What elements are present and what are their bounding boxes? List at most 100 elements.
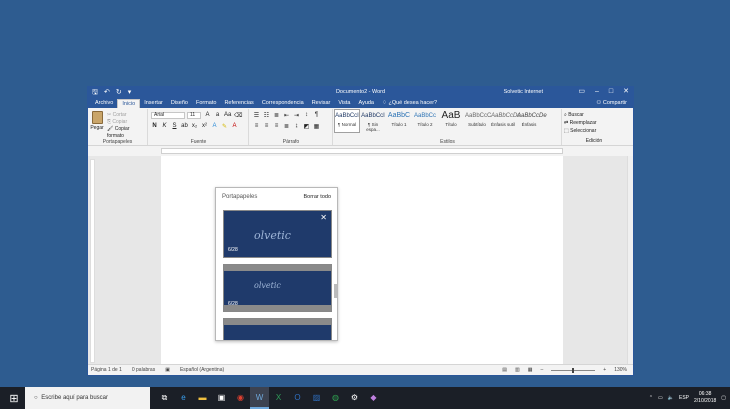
justify-icon[interactable]: ≣ [283, 123, 290, 130]
tab-correspondencia[interactable]: Correspondencia [258, 99, 308, 108]
copy-button[interactable]: ⎘ Copiar [107, 119, 147, 126]
cut-button[interactable]: ✂ Cortar [107, 112, 147, 119]
network-icon[interactable]: ▭ [658, 395, 663, 401]
language-indicator[interactable]: ESP [679, 395, 689, 401]
zoom-out-icon[interactable]: – [541, 365, 544, 375]
tab-ayuda[interactable]: Ayuda [355, 99, 379, 108]
clipboard-item[interactable] [223, 318, 332, 340]
close-icon[interactable]: ✕ [320, 213, 327, 222]
outlook-icon[interactable]: O [288, 387, 307, 409]
style-normal[interactable]: AaBbCcI ¶ Normal [334, 109, 360, 133]
style-heading-2[interactable]: AaBbCc Título 2 [412, 109, 438, 133]
font-color-icon[interactable]: A [231, 123, 238, 130]
paste-button[interactable]: Pegar [90, 111, 104, 131]
shading-icon[interactable]: ◩ [303, 123, 310, 130]
line-spacing-icon[interactable]: ↨ [293, 123, 300, 130]
multilevel-icon[interactable]: ≣ [273, 112, 280, 119]
maximize-icon[interactable]: □ [609, 87, 613, 97]
taskbar-search-input[interactable]: ○ Escribe aquí para buscar [25, 387, 150, 409]
print-layout-icon[interactable]: ▥ [515, 365, 520, 375]
style-title[interactable]: AaB Título [438, 109, 464, 133]
read-mode-icon[interactable]: ▤ [502, 365, 507, 375]
settings-icon[interactable]: ⚙ [345, 387, 364, 409]
shrink-font-icon[interactable]: a [214, 112, 221, 119]
store-icon[interactable]: ▣ [212, 387, 231, 409]
tab-inicio[interactable]: Inicio [117, 99, 141, 108]
horizontal-ruler[interactable] [88, 146, 633, 155]
change-case-icon[interactable]: Aa [224, 112, 231, 119]
align-left-icon[interactable]: ≡ [253, 123, 260, 130]
increase-indent-icon[interactable]: ⇥ [293, 112, 300, 119]
task-view-icon[interactable]: ⧉ [155, 387, 174, 409]
strikethrough-button[interactable]: ab [181, 123, 188, 130]
word-count[interactable]: 0 palabras [132, 365, 155, 375]
excel-icon[interactable]: X [269, 387, 288, 409]
clock[interactable]: 06:38 2/10/2018 [694, 391, 716, 405]
clear-format-icon[interactable]: ⌫ [234, 112, 242, 119]
file-explorer-icon[interactable]: ▬ [193, 387, 212, 409]
clipboard-item[interactable]: ✕ olvetic 6/28 [223, 210, 332, 258]
vertical-scrollbar[interactable] [627, 156, 633, 366]
pilcrow-icon[interactable]: ¶ [313, 112, 320, 119]
style-heading-1[interactable]: AaBbC Título 1 [386, 109, 412, 133]
underline-button[interactable]: S [171, 123, 178, 130]
bullets-icon[interactable]: ☰ [253, 112, 260, 119]
subscript-button[interactable]: x₂ [191, 123, 198, 130]
proofing-icon[interactable]: ▣ [165, 365, 170, 375]
panel-scrollbar[interactable] [334, 284, 337, 298]
word-taskbar-icon[interactable]: W [250, 387, 269, 409]
zoom-slider[interactable] [551, 367, 596, 373]
sort-icon[interactable]: ↕ [303, 112, 310, 119]
tab-insertar[interactable]: Insertar [140, 99, 167, 108]
windows-start-icon[interactable]: ⊞ [3, 387, 25, 409]
web-layout-icon[interactable]: ▦ [528, 365, 533, 375]
page-count[interactable]: Página 1 de 1 [91, 365, 122, 375]
share-button[interactable]: ⚇ Compartir [596, 99, 627, 108]
numbering-icon[interactable]: ☷ [263, 112, 270, 119]
italic-button[interactable]: K [161, 123, 168, 130]
tab-formato[interactable]: Formato [192, 99, 220, 108]
spotify-icon[interactable]: ◍ [326, 387, 345, 409]
user-name[interactable]: Solvetic Internet [504, 89, 543, 95]
font-name-box[interactable]: Arial [151, 112, 185, 119]
tab-revisar[interactable]: Revisar [308, 99, 335, 108]
text-effects-icon[interactable]: A [211, 123, 218, 130]
tab-archivo[interactable]: Archivo [91, 99, 117, 108]
borders-icon[interactable]: ▦ [313, 123, 320, 130]
clipboard-item[interactable]: olvetic 6/28 [223, 264, 332, 312]
volume-icon[interactable]: 🔈 [668, 395, 674, 401]
notifications-icon[interactable]: ▢ [721, 395, 726, 401]
chrome-icon[interactable]: ◉ [231, 387, 250, 409]
minimize-icon[interactable]: – [595, 87, 599, 97]
clear-all-button[interactable]: Borrar todo [303, 194, 331, 200]
align-center-icon[interactable]: ≡ [263, 123, 270, 130]
decrease-indent-icon[interactable]: ⇤ [283, 112, 290, 119]
language[interactable]: Español (Argentina) [180, 365, 224, 375]
tab-diseno[interactable]: Diseño [167, 99, 192, 108]
highlight-icon[interactable]: ✎ [221, 123, 228, 130]
align-right-icon[interactable]: ≡ [273, 123, 280, 130]
style-subtitle[interactable]: AaBbCcC Subtítulo [464, 109, 491, 133]
photos-icon[interactable]: ▨ [307, 387, 326, 409]
superscript-button[interactable]: x² [201, 123, 208, 130]
select-button[interactable]: ⬚ Seleccionar [564, 127, 597, 135]
edge-icon[interactable]: e [174, 387, 193, 409]
tab-vista[interactable]: Vista [334, 99, 354, 108]
tell-me-search[interactable]: ♢ ¿Qué desea hacer? [378, 99, 441, 108]
format-painter-button[interactable]: 🖌 Copiar formato [107, 126, 147, 140]
zoom-in-icon[interactable]: + [603, 365, 606, 375]
tab-referencias[interactable]: Referencias [220, 99, 257, 108]
close-icon[interactable]: ✕ [623, 87, 629, 97]
style-no-spacing[interactable]: AaBbCcI ¶ Sin espa... [360, 109, 386, 133]
tray-chevron-icon[interactable]: ⌃ [649, 395, 653, 401]
replace-button[interactable]: ⇄ Reemplazar [564, 119, 597, 127]
app-icon[interactable]: ◆ [364, 387, 383, 409]
style-emphasis[interactable]: AaBbCcDe Énfasis [516, 109, 547, 133]
grow-font-icon[interactable]: A [204, 112, 211, 119]
ribbon-display-icon[interactable]: ▭ [578, 87, 585, 97]
style-subtle-emphasis[interactable]: AaBbCcDe Énfasis sutil [490, 109, 521, 133]
zoom-level[interactable]: 130% [614, 365, 627, 375]
find-button[interactable]: ⌕ Buscar [564, 111, 597, 119]
bold-button[interactable]: N [151, 123, 158, 130]
font-size-box[interactable]: 11 [187, 112, 201, 119]
